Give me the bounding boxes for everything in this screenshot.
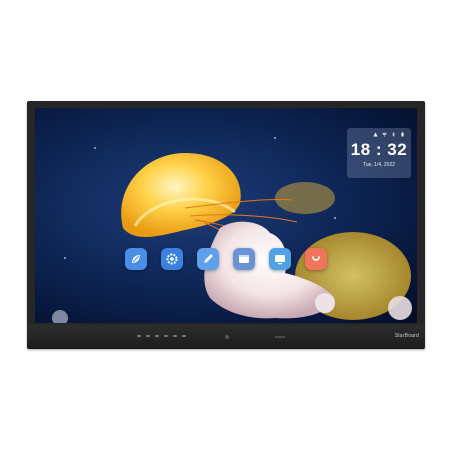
brand-logo: StarBoard [394,333,419,339]
status-bar [373,132,405,137]
front-button[interactable] [164,335,168,337]
clock-date: Tue, 1/4, 2022 [362,162,396,168]
screen-share-app-button[interactable] [269,248,291,270]
front-button[interactable] [155,335,159,337]
ir-sensor [225,335,229,339]
clock-time: 18 : 32 [350,140,408,159]
settings-app-button[interactable] [161,248,183,270]
files-icon [239,255,249,263]
front-button[interactable] [146,335,150,337]
network-icon [373,132,378,137]
clock-widget[interactable]: 18 : 32 Tue, 1/4, 2022 [347,128,411,178]
bottom-bezel: StarBoard [27,325,425,349]
front-button[interactable] [137,335,141,337]
front-button[interactable] [182,335,186,337]
annotate-app-button[interactable] [197,248,219,270]
settings-icon [166,253,178,265]
apps-icon [312,256,320,261]
whiteboard-icon [132,255,140,263]
wifi-icon [382,132,387,137]
screen-share-icon [275,255,285,265]
bluetooth-icon [392,132,395,137]
front-button[interactable] [173,335,177,337]
battery-icon [401,132,404,137]
files-app-button[interactable] [233,248,255,270]
app-dock [125,248,327,270]
front-control-buttons [137,335,186,337]
port-slot [275,336,285,338]
apps-app-button[interactable] [305,248,327,270]
whiteboard-app-button[interactable] [125,248,147,270]
annotate-icon [204,254,213,263]
screen: 18 : 32 Tue, 1/4, 2022 [35,108,417,323]
